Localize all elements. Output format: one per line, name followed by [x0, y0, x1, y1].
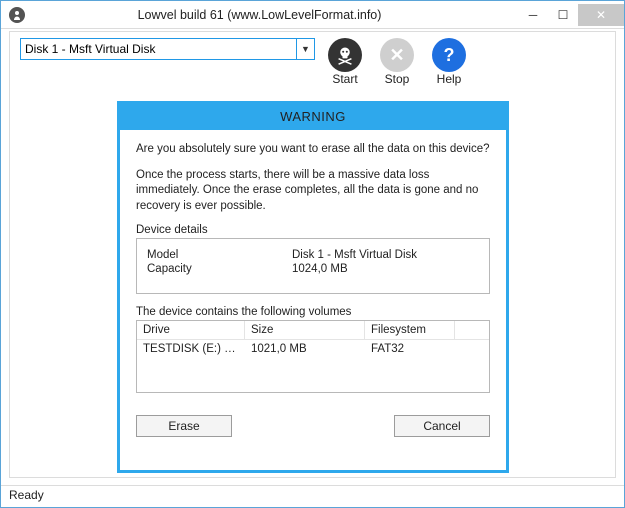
col-size[interactable]: Size [245, 321, 365, 340]
chevron-down-icon: ▼ [296, 39, 314, 59]
app-window: Lowvel build 61 (www.LowLevelFormat.info… [0, 0, 625, 508]
start-button[interactable]: Start [323, 38, 367, 86]
minimize-button[interactable]: ─ [518, 4, 548, 26]
window-title: Lowvel build 61 (www.LowLevelFormat.info… [1, 8, 518, 22]
stop-label: Stop [385, 72, 410, 86]
status-bar: Ready [1, 485, 624, 507]
disk-select-value: Disk 1 - Msft Virtual Disk [25, 42, 155, 56]
volumes-table: Drive Size Filesystem TESTDISK (E:) (FAT… [136, 320, 490, 393]
help-label: Help [437, 72, 462, 86]
erase-button[interactable]: Erase [136, 415, 232, 437]
model-value: Disk 1 - Msft Virtual Disk [292, 249, 417, 261]
cancel-button[interactable]: Cancel [394, 415, 490, 437]
capacity-label: Capacity [147, 263, 292, 275]
close-button[interactable]: ✕ [578, 4, 624, 26]
dialog-title: WARNING [120, 104, 506, 130]
dialog-body: Are you absolutely sure you want to eras… [120, 130, 506, 403]
toolbar: Disk 1 - Msft Virtual Disk ▼ Start ✕ Sto… [10, 32, 615, 88]
capacity-row: Capacity 1024,0 MB [147, 263, 479, 275]
maximize-button[interactable]: ☐ [548, 4, 578, 26]
model-label: Model [147, 249, 292, 261]
titlebar: Lowvel build 61 (www.LowLevelFormat.info… [1, 1, 624, 29]
stop-button[interactable]: ✕ Stop [375, 38, 419, 86]
capacity-value: 1024,0 MB [292, 263, 348, 275]
dialog-buttons: Erase Cancel [120, 415, 506, 437]
device-details-label: Device details [136, 224, 490, 236]
table-row[interactable]: TESTDISK (E:) (FAT… 1021,0 MB FAT32 [137, 340, 489, 358]
col-fs[interactable]: Filesystem [365, 321, 455, 340]
status-text: Ready [9, 488, 44, 502]
col-spacer [455, 321, 489, 340]
warning-dialog: WARNING Are you absolutely sure you want… [117, 101, 509, 473]
table-header: Drive Size Filesystem [137, 321, 489, 340]
cell-size: 1021,0 MB [245, 340, 365, 358]
warning-line-1: Are you absolutely sure you want to eras… [136, 142, 490, 158]
window-buttons: ─ ☐ ✕ [518, 4, 624, 26]
disk-select[interactable]: Disk 1 - Msft Virtual Disk ▼ [20, 38, 315, 60]
x-icon: ✕ [380, 38, 414, 72]
table-body: TESTDISK (E:) (FAT… 1021,0 MB FAT32 [137, 340, 489, 392]
question-icon: ? [432, 38, 466, 72]
col-drive[interactable]: Drive [137, 321, 245, 340]
cell-drive: TESTDISK (E:) (FAT… [137, 340, 245, 358]
start-label: Start [332, 72, 357, 86]
cell-fs: FAT32 [365, 340, 455, 358]
skull-icon [328, 38, 362, 72]
model-row: Model Disk 1 - Msft Virtual Disk [147, 249, 479, 261]
help-button[interactable]: ? Help [427, 38, 471, 86]
warning-line-2: Once the process starts, there will be a… [136, 168, 490, 215]
volumes-label: The device contains the following volume… [136, 306, 490, 318]
device-details-panel: Model Disk 1 - Msft Virtual Disk Capacit… [136, 238, 490, 294]
